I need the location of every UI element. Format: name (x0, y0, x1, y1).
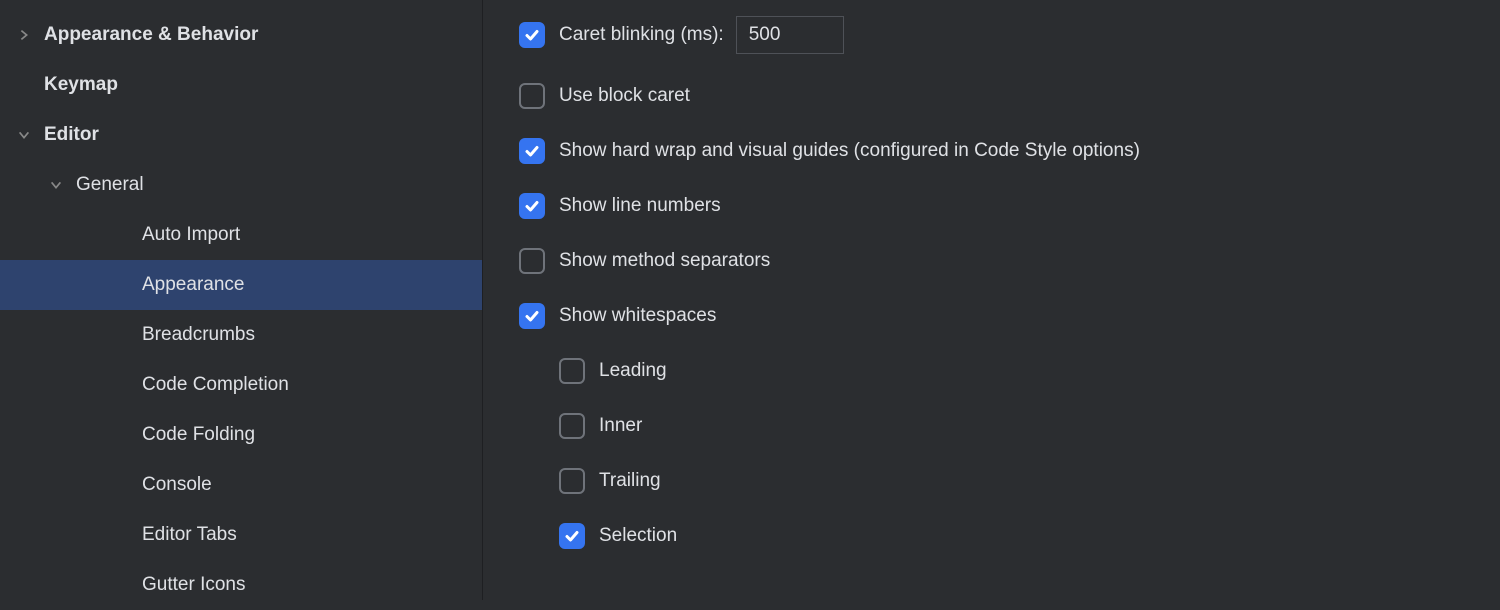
settings-panel: Caret blinking (ms): Use block caret Sho… (483, 0, 1500, 600)
caret-blinking-input[interactable] (736, 16, 844, 54)
sidebar-item-code-completion[interactable]: Code Completion (0, 360, 482, 410)
show-method-separators-checkbox[interactable] (519, 248, 545, 274)
use-block-caret-checkbox[interactable] (519, 83, 545, 109)
ws-leading-label: Leading (599, 360, 667, 382)
caret-blinking-row: Caret blinking (ms): (519, 16, 1500, 54)
ws-selection-row: Selection (519, 523, 1500, 549)
sidebar-item-editor-tabs[interactable]: Editor Tabs (0, 510, 482, 560)
settings-sidebar: Appearance & Behavior Keymap Editor General… (0, 0, 483, 600)
chevron-down-icon[interactable] (14, 125, 34, 145)
ws-inner-label: Inner (599, 415, 642, 437)
show-hard-wrap-row: Show hard wrap and visual guides (config… (519, 138, 1500, 164)
sidebar-item-label: Breadcrumbs (142, 324, 255, 346)
sidebar-item-appearance-behavior[interactable]: Appearance & Behavior (0, 10, 482, 60)
ws-leading-row: Leading (519, 358, 1500, 384)
sidebar-item-label: Code Folding (142, 424, 255, 446)
ws-selection-label: Selection (599, 525, 677, 547)
chevron-down-icon[interactable] (46, 175, 66, 195)
sidebar-item-label: Editor (44, 124, 99, 146)
show-line-numbers-label: Show line numbers (559, 195, 721, 217)
ws-inner-checkbox[interactable] (559, 413, 585, 439)
sidebar-item-breadcrumbs[interactable]: Breadcrumbs (0, 310, 482, 360)
sidebar-item-label: Appearance (142, 274, 244, 296)
ws-trailing-label: Trailing (599, 470, 661, 492)
sidebar-item-label: Code Completion (142, 374, 289, 396)
use-block-caret-label: Use block caret (559, 85, 690, 107)
sidebar-item-console[interactable]: Console (0, 460, 482, 510)
show-method-separators-label: Show method separators (559, 250, 770, 272)
sidebar-item-label: Editor Tabs (142, 524, 237, 546)
show-whitespaces-checkbox[interactable] (519, 303, 545, 329)
sidebar-item-label: General (76, 174, 144, 196)
sidebar-item-appearance[interactable]: Appearance (0, 260, 482, 310)
show-method-separators-row: Show method separators (519, 248, 1500, 274)
ws-leading-checkbox[interactable] (559, 358, 585, 384)
use-block-caret-row: Use block caret (519, 83, 1500, 109)
show-hard-wrap-label: Show hard wrap and visual guides (config… (559, 140, 1140, 162)
show-line-numbers-row: Show line numbers (519, 193, 1500, 219)
sidebar-item-label: Console (142, 474, 212, 496)
ws-selection-checkbox[interactable] (559, 523, 585, 549)
sidebar-item-general[interactable]: General (0, 160, 482, 210)
sidebar-item-keymap[interactable]: Keymap (0, 60, 482, 110)
sidebar-item-label: Gutter Icons (142, 574, 246, 596)
sidebar-item-auto-import[interactable]: Auto Import (0, 210, 482, 260)
chevron-right-icon[interactable] (14, 25, 34, 45)
ws-inner-row: Inner (519, 413, 1500, 439)
sidebar-item-editor[interactable]: Editor (0, 110, 482, 160)
sidebar-item-label: Auto Import (142, 224, 240, 246)
show-line-numbers-checkbox[interactable] (519, 193, 545, 219)
sidebar-item-label: Appearance & Behavior (44, 24, 258, 46)
sidebar-item-code-folding[interactable]: Code Folding (0, 410, 482, 460)
show-hard-wrap-checkbox[interactable] (519, 138, 545, 164)
caret-blinking-checkbox[interactable] (519, 22, 545, 48)
ws-trailing-row: Trailing (519, 468, 1500, 494)
sidebar-item-label: Keymap (44, 74, 118, 96)
show-whitespaces-label: Show whitespaces (559, 305, 716, 327)
show-whitespaces-row: Show whitespaces (519, 303, 1500, 329)
caret-blinking-label: Caret blinking (ms): (559, 24, 724, 46)
sidebar-item-gutter-icons[interactable]: Gutter Icons (0, 560, 482, 610)
ws-trailing-checkbox[interactable] (559, 468, 585, 494)
